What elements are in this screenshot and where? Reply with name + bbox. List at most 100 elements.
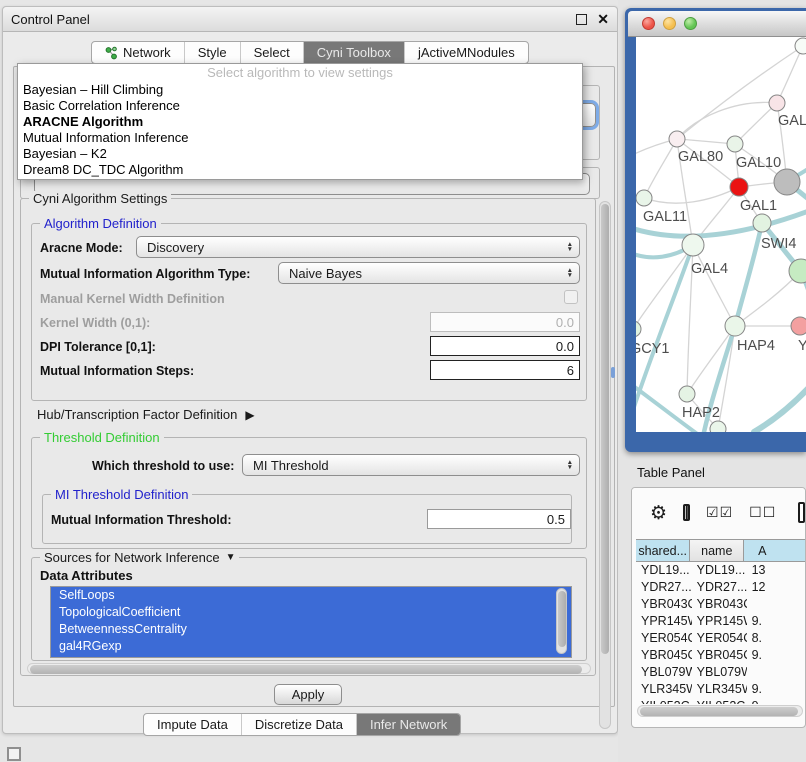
close-traffic-light-icon[interactable] [642, 17, 655, 30]
tab-infer-network[interactable]: Infer Network [356, 714, 460, 735]
table-row[interactable]: YBR045CYBR045C9. [636, 647, 806, 664]
table-row[interactable]: YLR345WYLR345W9. [636, 681, 806, 698]
attr-list-scrollbar[interactable] [556, 588, 567, 654]
network-node[interactable] [791, 317, 806, 335]
mi-algorithm-type-value: Naive Bayes [289, 266, 561, 281]
dropdown-item[interactable]: Bayesian – K2 [18, 146, 582, 162]
gear-icon[interactable]: ⚙ [650, 502, 667, 524]
dropdown-item[interactable]: Dream8 DC_TDC Algorithm [18, 162, 582, 178]
table-cell: YDL19... [692, 562, 747, 579]
settings-horizontal-scrollbar-thumb[interactable] [30, 665, 582, 674]
table-row[interactable]: YDL19...YDL19...13 [636, 562, 806, 579]
table-horizontal-scrollbar-thumb[interactable] [640, 707, 798, 716]
which-threshold-combobox[interactable]: MI Threshold ▲▼ [242, 454, 580, 476]
cyni-algorithm-settings-label: Cyni Algorithm Settings [29, 191, 171, 206]
network-icon [105, 46, 118, 60]
table-cell: YBL079W [636, 664, 692, 681]
kernel-width-label: Kernel Width (0,1): [40, 316, 150, 330]
tab-cyni-toolbox[interactable]: Cyni Toolbox [303, 42, 404, 63]
tab-style[interactable]: Style [184, 42, 240, 63]
mi-threshold-label: Mutual Information Threshold: [51, 513, 232, 527]
table-cell: YBL079W [692, 664, 747, 681]
dropdown-item[interactable]: ARACNE Algorithm [18, 114, 582, 130]
mi-algorithm-type-combobox[interactable]: Naive Bayes ▲▼ [278, 262, 580, 284]
settings-vertical-scrollbar-thumb[interactable] [601, 204, 609, 654]
network-node[interactable] [725, 316, 745, 336]
network-node[interactable] [769, 95, 785, 111]
mi-steps-field[interactable]: 6 [430, 360, 580, 380]
tab-network[interactable]: Network [92, 42, 184, 63]
chevron-down-icon: ▼ [226, 552, 236, 563]
close-icon[interactable]: ✕ [597, 14, 609, 25]
sources-group-label-wrap[interactable]: Sources for Network Inference ▼ [40, 550, 239, 565]
hub-definition-toggle[interactable]: Hub/Transcription Factor Definition ▶ [37, 407, 255, 422]
data-attribute-item[interactable]: TopologicalCoefficient [51, 604, 571, 621]
network-node[interactable] [730, 178, 748, 196]
mi-algorithm-type-label: Mutual Information Algorithm Type: [40, 267, 250, 281]
table-cell: YBR043C [636, 596, 692, 613]
network-canvas[interactable]: GALGAL80GAL10GAL1GAL11SWI4GAL4GCY1HAP4YH… [636, 37, 806, 432]
network-node[interactable] [679, 386, 695, 402]
table-row[interactable]: YPR145WYPR145W9. [636, 613, 806, 630]
mi-threshold-field[interactable]: 0.5 [427, 509, 571, 529]
network-node[interactable] [753, 214, 771, 232]
column-layout-icon[interactable] [683, 504, 690, 521]
algorithm-definition-group: Algorithm Definition Aracne Mode: Discov… [31, 223, 587, 401]
network-node-label: SWI4 [761, 236, 796, 252]
table-body: YDL19...YDL19...13YDR27...YDR27...12YBR0… [636, 562, 806, 704]
settings-horizontal-scrollbar[interactable] [27, 663, 591, 674]
column-header[interactable]: A [744, 540, 806, 561]
float-window-icon[interactable] [576, 14, 587, 25]
data-attribute-item[interactable]: SelfLoops [51, 587, 571, 604]
dropdown-item[interactable]: Basic Correlation Inference [18, 98, 582, 114]
dock-widget-icon[interactable] [7, 747, 21, 761]
manual-kernel-width-label: Manual Kernel Width Definition [40, 292, 225, 306]
column-header[interactable]: name [690, 540, 744, 561]
deselect-all-checkboxes-icon[interactable]: ☐☐ [749, 505, 776, 521]
network-node[interactable] [710, 421, 726, 432]
export-table-icon[interactable] [798, 502, 805, 523]
table-row[interactable]: YBR043CYBR043C [636, 596, 806, 613]
dropdown-item[interactable]: Bayesian – Hill Climbing [18, 82, 582, 98]
dropdown-item[interactable]: Mutual Information Inference [18, 130, 582, 146]
network-node[interactable] [727, 136, 743, 152]
tab-jactivemnodules[interactable]: jActiveMNodules [404, 42, 528, 63]
network-node[interactable] [636, 321, 641, 337]
kernel-width-field[interactable]: 0.0 [430, 312, 580, 332]
network-node[interactable] [774, 169, 800, 195]
data-attribute-item[interactable]: gal4RGexp [51, 638, 571, 655]
table-row[interactable]: YIL052CYIL052C9 [636, 698, 806, 704]
data-attributes-list[interactable]: SelfLoopsTopologicalCoefficientBetweenne… [50, 586, 572, 658]
table-horizontal-scrollbar[interactable] [637, 705, 803, 717]
splitter-handle[interactable] [611, 367, 615, 378]
network-node[interactable] [669, 131, 685, 147]
data-attribute-item-partial [51, 655, 571, 658]
aracne-mode-label: Aracne Mode: [40, 241, 123, 255]
table-row[interactable]: YDR27...YDR27...12 [636, 579, 806, 596]
column-header[interactable]: shared... [636, 540, 690, 561]
network-node-label: GAL1 [740, 198, 777, 214]
zoom-traffic-light-icon[interactable] [684, 17, 697, 30]
algorithm-definition-label: Algorithm Definition [40, 216, 161, 231]
table-cell: 9 [747, 698, 806, 704]
table-row[interactable]: YBL079WYBL079W [636, 664, 806, 681]
mi-threshold-group: MI Threshold Definition Mutual Informati… [42, 494, 572, 544]
network-node[interactable] [795, 38, 806, 54]
aracne-mode-combobox[interactable]: Discovery ▲▼ [136, 236, 580, 258]
table-row[interactable]: YER054CYER054C8. [636, 630, 806, 647]
network-node-label: GCY1 [636, 341, 670, 357]
tab-impute-data[interactable]: Impute Data [144, 714, 241, 735]
settings-vertical-scrollbar[interactable] [599, 201, 611, 729]
tab-discretize-data[interactable]: Discretize Data [241, 714, 356, 735]
attr-list-scrollbar-thumb[interactable] [558, 591, 566, 647]
table-toolbar: ⚙ ☑☑ ☐☐ [632, 488, 805, 537]
apply-button[interactable]: Apply [274, 684, 342, 705]
dpi-tolerance-field[interactable]: 0.0 [430, 336, 580, 356]
select-all-checkboxes-icon[interactable]: ☑☑ [706, 505, 733, 521]
network-node[interactable] [682, 234, 704, 256]
minimize-traffic-light-icon[interactable] [663, 17, 676, 30]
data-attribute-item[interactable]: BetweennessCentrality [51, 621, 571, 638]
network-node[interactable] [636, 190, 652, 206]
tab-select[interactable]: Select [240, 42, 303, 63]
manual-kernel-width-checkbox[interactable] [564, 290, 578, 304]
